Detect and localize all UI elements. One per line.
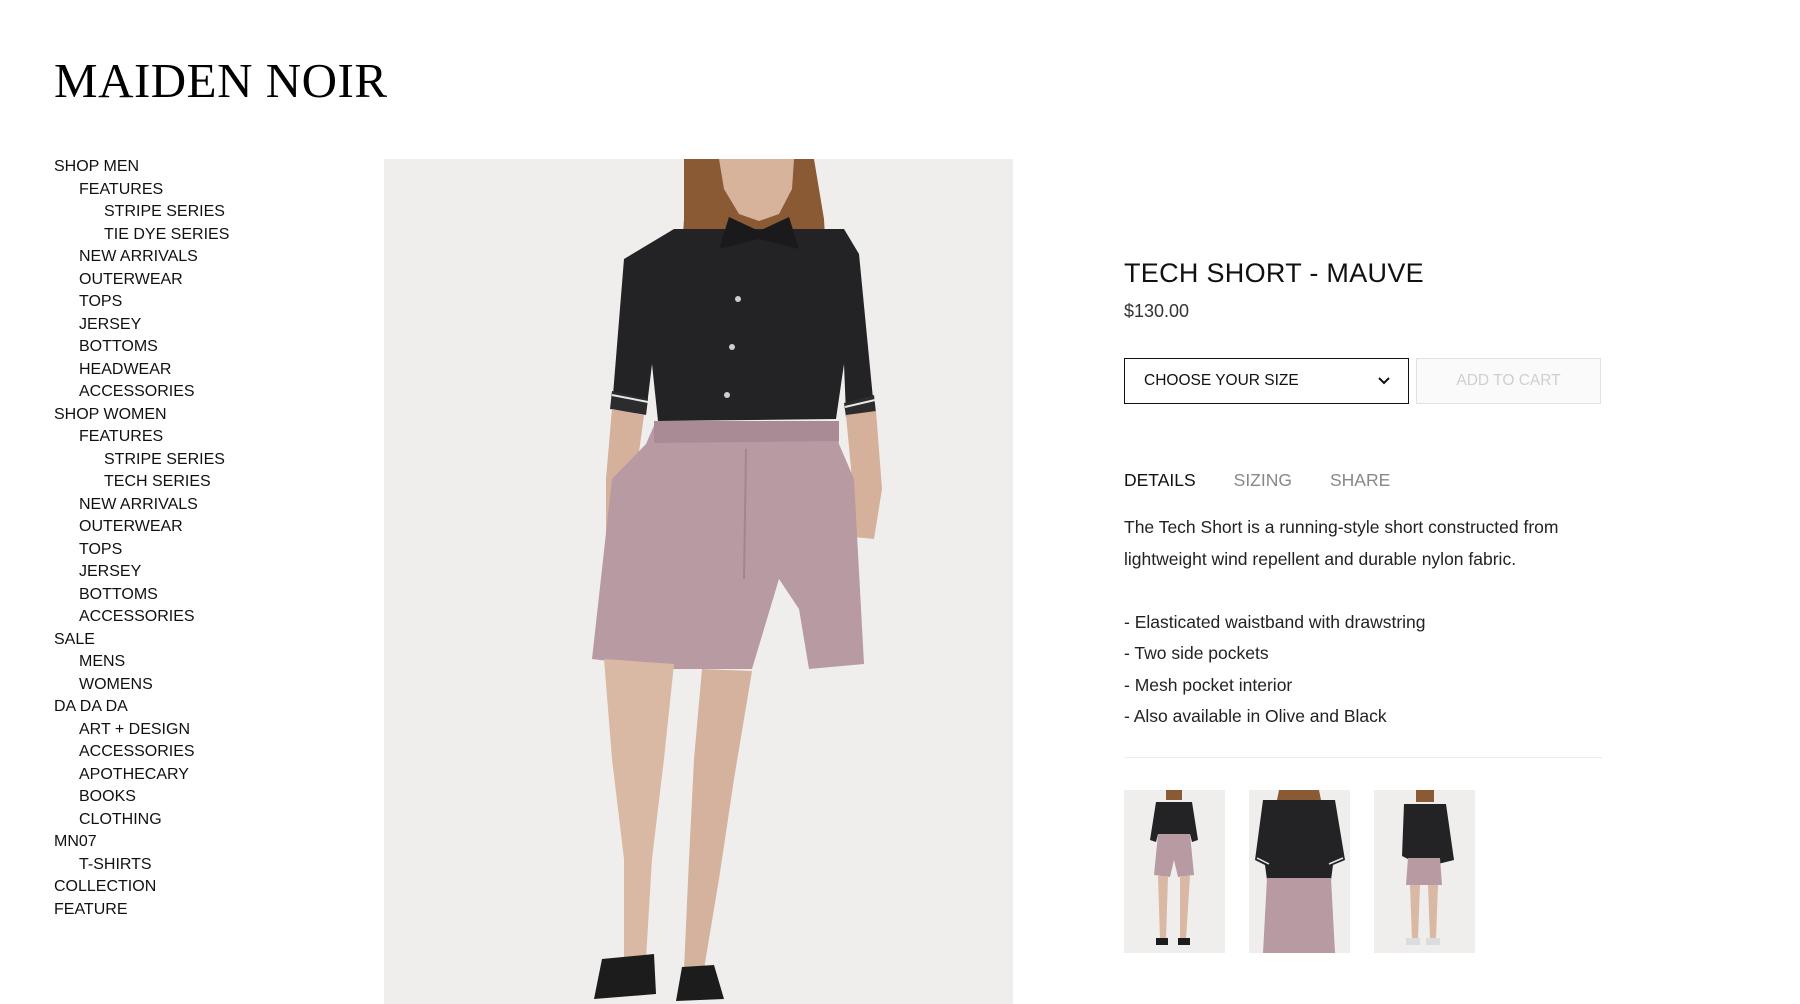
thumbnail-image	[1124, 790, 1225, 953]
sidebar-item-new-arrivals[interactable]: NEW ARRIVALS	[54, 246, 354, 269]
brand-logo[interactable]: MAIDEN NOIR	[54, 52, 388, 109]
product-info: TECH SHORT - MAUVE $130.00	[1124, 258, 1600, 322]
product-price: $130.00	[1124, 301, 1190, 321]
tab-share[interactable]: SHARE	[1330, 470, 1390, 491]
sidebar-item-bottoms[interactable]: BOTTOMS	[54, 584, 354, 607]
sidebar-item-jersey[interactable]: JERSEY	[54, 314, 354, 337]
sidebar-item-features[interactable]: FEATURES	[54, 426, 354, 449]
sidebar-item-accessories[interactable]: ACCESSORIES	[54, 741, 354, 764]
product-main-image[interactable]	[384, 159, 1013, 1004]
sidebar-item-tops[interactable]: TOPS	[54, 539, 354, 562]
purchase-row: CHOOSE YOUR SIZE ADD TO CART	[1124, 358, 1601, 404]
sidebar-item-shop-men[interactable]: SHOP MEN	[54, 156, 354, 179]
chevron-down-icon	[1378, 374, 1390, 388]
thumbnail-gallery	[1124, 790, 1475, 953]
sidebar-nav: SHOP MEN FEATURES STRIPE SERIES TIE DYE SER…	[54, 156, 354, 921]
sidebar-item-mens[interactable]: MENS	[54, 651, 354, 674]
thumbnail-3[interactable]	[1374, 790, 1475, 953]
sidebar-item-clothing[interactable]: CLOTHING	[54, 809, 354, 832]
sidebar-item-art-design[interactable]: ART + DESIGN	[54, 719, 354, 742]
sidebar-item-apothecary[interactable]: APOTHECARY	[54, 764, 354, 787]
size-select-label: CHOOSE YOUR SIZE	[1144, 372, 1299, 389]
divider	[1124, 757, 1602, 758]
feature-item: - Mesh pocket interior	[1124, 674, 1293, 695]
sidebar-item-shop-women[interactable]: SHOP WOMEN	[54, 404, 354, 427]
size-select[interactable]: CHOOSE YOUR SIZE	[1124, 358, 1409, 404]
sidebar-item-tech-series[interactable]: TECH SERIES	[54, 471, 354, 494]
sidebar-item-womens[interactable]: WOMENS	[54, 674, 354, 697]
sidebar-item-t-shirts[interactable]: T-SHIRTS	[54, 854, 354, 877]
sidebar-item-new-arrivals[interactable]: NEW ARRIVALS	[54, 494, 354, 517]
sidebar-item-bottoms[interactable]: BOTTOMS	[54, 336, 354, 359]
sidebar-item-books[interactable]: BOOKS	[54, 786, 354, 809]
sidebar-item-collection[interactable]: COLLECTION	[54, 876, 354, 899]
sidebar-item-outerwear[interactable]: OUTERWEAR	[54, 269, 354, 292]
thumbnail-2[interactable]	[1249, 790, 1350, 953]
sidebar-item-tie-dye-series[interactable]: TIE DYE SERIES	[54, 224, 354, 247]
thumbnail-image	[1249, 790, 1350, 953]
feature-item: - Elasticated waistband with drawstring	[1124, 611, 1426, 632]
sidebar-item-jersey[interactable]: JERSEY	[54, 561, 354, 584]
feature-item: - Two side pockets	[1124, 643, 1269, 663]
description-text: The Tech Short is a running-style short …	[1124, 517, 1559, 569]
sidebar-item-accessories[interactable]: ACCESSORIES	[54, 606, 354, 629]
product-tabs: DETAILS SIZING SHARE	[1124, 470, 1390, 491]
sidebar-item-tops[interactable]: TOPS	[54, 291, 354, 314]
add-to-cart-button[interactable]: ADD TO CART	[1416, 358, 1601, 404]
thumbnail-1[interactable]	[1124, 790, 1225, 953]
sidebar-item-stripe-series[interactable]: STRIPE SERIES	[54, 449, 354, 472]
thumbnail-image	[1374, 790, 1475, 953]
sidebar-item-features[interactable]: FEATURES	[54, 179, 354, 202]
sidebar-item-feature[interactable]: FEATURE	[54, 899, 354, 922]
product-title: TECH SHORT - MAUVE	[1124, 258, 1424, 288]
sidebar-item-headwear[interactable]: HEADWEAR	[54, 359, 354, 382]
sidebar-item-accessories[interactable]: ACCESSORIES	[54, 381, 354, 404]
sidebar-item-da-da-da[interactable]: DA DA DA	[54, 696, 354, 719]
sidebar-item-stripe-series[interactable]: STRIPE SERIES	[54, 201, 354, 224]
sidebar-item-mn07[interactable]: MN07	[54, 831, 354, 854]
sidebar-item-outerwear[interactable]: OUTERWEAR	[54, 516, 354, 539]
feature-item: - Also available in Olive and Black	[1124, 706, 1387, 726]
model-photo	[384, 159, 1013, 1004]
tab-details[interactable]: DETAILS	[1124, 470, 1196, 491]
sidebar-item-sale[interactable]: SALE	[54, 629, 354, 652]
product-description: The Tech Short is a running-style short …	[1124, 512, 1604, 733]
tab-sizing[interactable]: SIZING	[1234, 470, 1292, 491]
